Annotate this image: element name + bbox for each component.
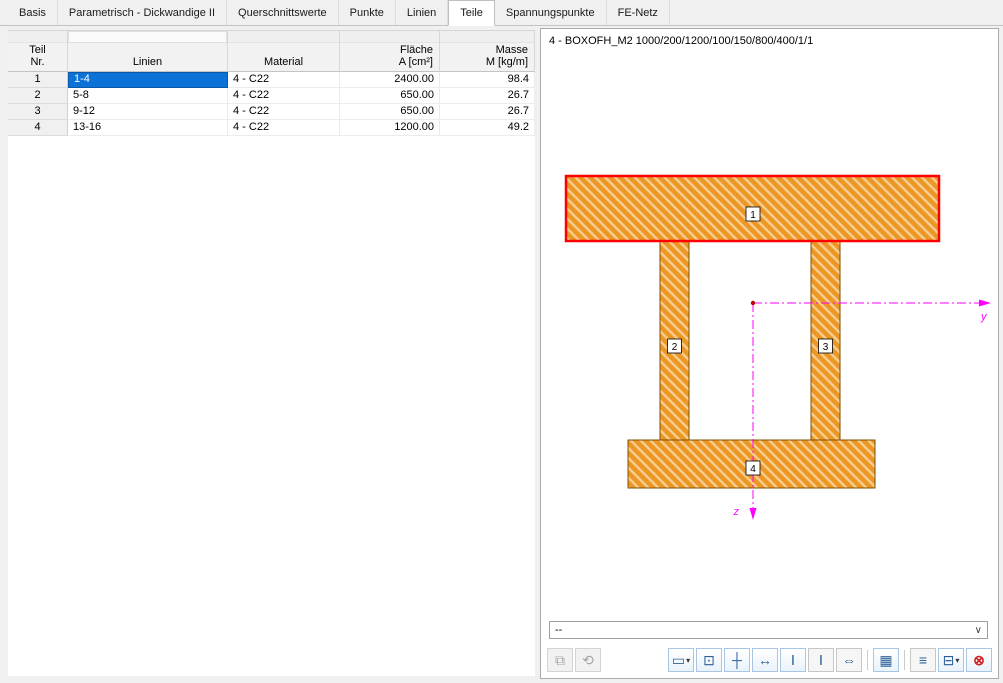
dropdown-arrow-icon: ▾ — [686, 655, 691, 665]
insert-joint-icon: ⟲ — [582, 651, 594, 668]
chevron-down-icon: ∨ — [974, 624, 982, 636]
row-4-linien[interactable]: 13-16 — [68, 120, 228, 136]
row-4-masse[interactable]: 49.2 — [440, 120, 535, 136]
save-picture-button[interactable]: ⊡ — [696, 648, 722, 672]
row-2-linien[interactable]: 5-8 — [68, 88, 228, 104]
table-row: 4 13-16 4 - C22 1200.00 49.2 — [8, 120, 535, 136]
show-weld-dimensions-button[interactable]: ⇔ — [836, 648, 862, 672]
table-header: Teil Nr. Linien Material Fläche A [cm²] … — [8, 30, 535, 72]
section-outline-icon: Ⅰ — [818, 651, 824, 668]
show-axes-button[interactable]: ┼ — [724, 648, 750, 672]
row-4-number[interactable]: 4 — [8, 120, 68, 136]
part-label-1: 1 — [745, 206, 761, 222]
section-title: 4 - BOXOFH_M2 1000/200/1200/100/150/800/… — [549, 35, 814, 47]
section-filled-icon: Ⅰ — [790, 651, 796, 668]
tab-linien[interactable]: Linien — [396, 0, 449, 25]
axis-y-arrow — [979, 299, 991, 307]
show-value-list-button[interactable]: ≡ — [910, 648, 936, 672]
part-label-2: 2 — [667, 338, 682, 354]
tab-teile[interactable]: Teile — [448, 0, 495, 26]
dropdown-arrow-icon: ▾ — [955, 655, 960, 665]
centroid-point — [750, 300, 756, 306]
header-linien: Linien — [68, 31, 228, 72]
preview-toolbar: ⧉ ⟲ ▭ ▾ ⊡ ┼ ↔ Ⅰ Ⅰ ⇔ ▦ ≡ ⊟ ▾ ⊗ — [547, 647, 992, 673]
dimensions-icon: ↔ — [758, 652, 772, 668]
row-2-masse[interactable]: 26.7 — [440, 88, 535, 104]
tab-punkte[interactable]: Punkte — [339, 0, 396, 25]
axes-icon: ┼ — [732, 652, 742, 668]
section-preview-panel: 4 - BOXOFH_M2 1000/200/1200/100/150/800/… — [540, 28, 999, 679]
show-table-button[interactable]: ▦ — [873, 648, 899, 672]
tab-bar: Basis Parametrisch - Dickwandige II Quer… — [0, 0, 1003, 26]
comment-dropdown[interactable]: -- ∨ — [549, 621, 988, 639]
tab-parametrisch[interactable]: Parametrisch - Dickwandige II — [58, 0, 228, 25]
row-1-number[interactable]: 1 — [8, 72, 68, 88]
axis-y-label: y — [980, 311, 988, 323]
row-1-linien[interactable]: 1-4 — [68, 72, 228, 88]
svg-text:1: 1 — [750, 210, 756, 221]
insert-joint-button[interactable]: ⟲ — [575, 648, 601, 672]
row-3-material[interactable]: 4 - C22 — [228, 104, 340, 120]
header-flaeche: Fläche A [cm²] — [340, 31, 440, 72]
toolbar-separator — [904, 650, 905, 670]
row-1-flaeche[interactable]: 2400.00 — [340, 72, 440, 88]
svg-text:2: 2 — [672, 342, 678, 353]
header-teil-nr: Teil Nr. — [8, 31, 68, 72]
show-section-outline-button[interactable]: Ⅰ — [808, 648, 834, 672]
part-label-3: 3 — [818, 338, 833, 354]
row-1-material[interactable]: 4 - C22 — [228, 72, 340, 88]
row-2-flaeche[interactable]: 650.00 — [340, 88, 440, 104]
row-3-flaeche[interactable]: 650.00 — [340, 104, 440, 120]
row-2-number[interactable]: 2 — [8, 88, 68, 104]
row-2-material[interactable]: 4 - C22 — [228, 88, 340, 104]
row-3-number[interactable]: 3 — [8, 104, 68, 120]
table-row: 1 1-4 4 - C22 2400.00 98.4 — [8, 72, 535, 88]
section-drawing: y z 1 2 3 4 — [564, 174, 991, 520]
zoom-all-button[interactable]: ⊗ — [966, 648, 992, 672]
show-section-filled-button[interactable]: Ⅰ — [780, 648, 806, 672]
tab-spannungspunkte[interactable]: Spannungspunkte — [495, 0, 607, 25]
svg-text:3: 3 — [823, 342, 829, 353]
header-masse: Masse M [kg/m] — [440, 31, 535, 72]
weld-dimensions-icon: ⇔ — [842, 652, 856, 668]
header-material: Material — [228, 31, 340, 72]
tab-basis[interactable]: Basis — [8, 0, 58, 25]
comment-dropdown-value: -- — [555, 624, 563, 636]
print-button[interactable]: ⊟ ▾ — [938, 648, 964, 672]
svg-text:4: 4 — [750, 464, 756, 475]
row-3-linien[interactable]: 9-12 — [68, 104, 228, 120]
axis-z-label: z — [733, 506, 740, 518]
tab-fe-netz[interactable]: FE-Netz — [607, 0, 670, 25]
show-dimensions-button[interactable]: ↔ — [752, 648, 778, 672]
table-row: 2 5-8 4 - C22 650.00 26.7 — [8, 88, 535, 104]
axis-z-arrow — [749, 508, 757, 520]
display-properties-button[interactable]: ▭ ▾ — [668, 648, 694, 672]
row-4-material[interactable]: 4 - C22 — [228, 120, 340, 136]
table-icon: ▦ — [879, 651, 893, 668]
table-row: 3 9-12 4 - C22 650.00 26.7 — [8, 104, 535, 120]
display-properties-icon: ▭ — [671, 651, 686, 668]
tab-querschnittswerte[interactable]: Querschnittswerte — [227, 0, 339, 25]
save-picture-icon: ⊡ — [703, 651, 715, 668]
value-list-icon: ≡ — [918, 652, 928, 668]
copy-picture-button[interactable]: ⧉ — [547, 648, 573, 672]
zoom-all-icon: ⊗ — [973, 651, 985, 668]
toolbar-separator — [867, 650, 868, 670]
part-label-4: 4 — [745, 460, 761, 476]
row-3-masse[interactable]: 26.7 — [440, 104, 535, 120]
printer-icon: ⊟ — [942, 651, 955, 668]
section-editor-window: Basis Parametrisch - Dickwandige II Quer… — [0, 0, 1003, 683]
copy-picture-icon: ⧉ — [555, 651, 565, 668]
parts-table: Teil Nr. Linien Material Fläche A [cm²] … — [8, 30, 535, 676]
row-1-masse[interactable]: 98.4 — [440, 72, 535, 88]
row-4-flaeche[interactable]: 1200.00 — [340, 120, 440, 136]
